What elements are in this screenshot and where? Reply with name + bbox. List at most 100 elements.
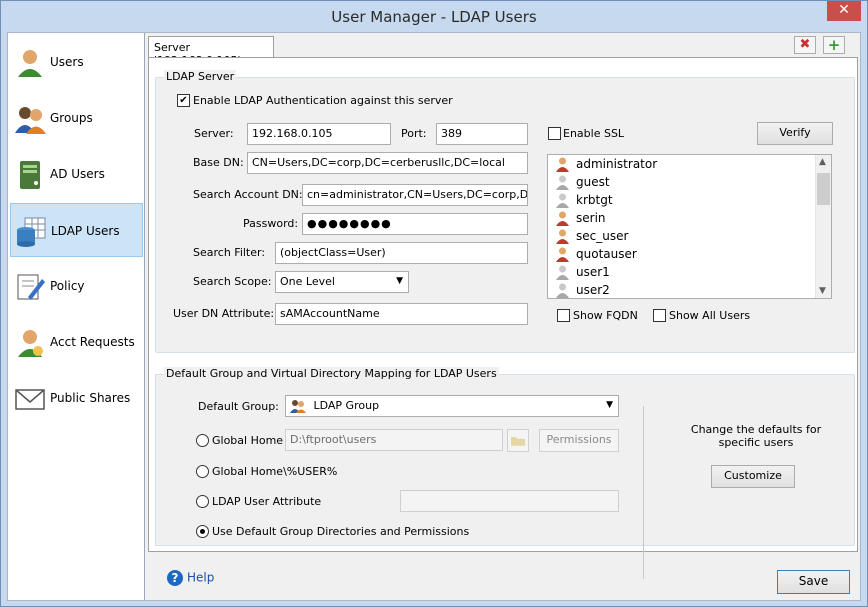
sidebar-item-policy[interactable]: Policy [10,259,143,313]
global-home-user-radio[interactable] [196,465,209,478]
user-list-scrollbar[interactable]: ▲ ▼ [815,155,831,298]
ldap-user-attribute-label: LDAP User Attribute [212,495,322,508]
show-all-users-checkbox[interactable] [653,309,666,322]
search-account-input[interactable]: cn=administrator,CN=Users,DC=corp,DC=ce [302,184,528,206]
sidebar-item-users[interactable]: Users [10,35,143,89]
vertical-divider [643,406,644,579]
search-filter-label: Search Filter: [193,246,266,259]
active-user-icon [556,157,569,172]
search-account-label: Search Account DN: [193,188,303,201]
ldap-user-attribute-input[interactable] [400,490,619,512]
scroll-thumb[interactable] [817,173,830,205]
enable-ssl-checkbox[interactable] [548,127,561,140]
envelope-icon [15,389,45,410]
ldap-user-list[interactable]: administrator guest krbtgt serin sec_use… [547,154,832,299]
ldap-user-attribute-radio[interactable] [196,495,209,508]
active-user-icon [556,229,569,244]
default-group-value: LDAP Group [313,399,380,412]
scroll-up-icon[interactable]: ▲ [819,157,826,167]
show-fqdn-label: Show FQDN [573,309,638,322]
server-input[interactable]: 192.168.0.105 [247,123,391,145]
sidebar-item-label: AD Users [50,167,105,181]
sidebar-item-label: Policy [50,279,85,293]
sidebar-item-ldap-users[interactable]: LDAP Users [10,203,143,257]
account-request-icon [18,330,43,357]
remove-server-button[interactable]: ✖ [794,36,816,54]
sidebar-item-groups[interactable]: Groups [10,91,143,145]
use-default-directories-radio[interactable] [196,525,209,538]
sidebar: Users Groups AD Users LDAP Users Policy … [8,33,145,600]
save-button[interactable]: Save [777,570,850,594]
user-dn-input[interactable]: sAMAccountName [275,303,528,325]
chevron-down-icon: ▼ [606,400,613,410]
mapping-legend: Default Group and Virtual Directory Mapp… [164,367,499,380]
scroll-down-icon[interactable]: ▼ [819,286,826,296]
password-label: Password: [243,217,299,230]
enable-ssl-label: Enable SSL [563,127,625,140]
sidebar-item-ad-users[interactable]: AD Users [10,147,143,201]
customize-button[interactable]: Customize [711,465,795,488]
ldap-database-icon [17,217,46,247]
search-scope-select[interactable]: One Level ▼ [275,271,409,293]
chevron-down-icon: ▼ [396,276,403,286]
mapping-group: Default Group and Virtual Directory Mapp… [155,367,855,546]
group-icon [290,400,306,413]
global-home-radio[interactable] [196,434,209,447]
verify-button[interactable]: Verify [757,122,833,145]
enable-ldap-label: Enable LDAP Authentication against this … [193,94,453,107]
policy-icon [17,274,45,300]
enable-ldap-checkbox[interactable]: ✔ [177,94,190,107]
plus-icon: + [827,36,841,54]
default-group-label: Default Group: [198,400,279,413]
default-group-select[interactable]: LDAP Group ▼ [285,395,619,417]
sidebar-item-label: Users [50,55,84,69]
user-icon [18,50,42,77]
sidebar-item-label: Public Shares [50,391,131,405]
port-label: Port: [401,127,427,140]
change-defaults-text: Change the defaults for specific users [690,423,822,449]
search-scope-value: One Level [280,275,335,288]
password-input[interactable]: ●●●●●●●● [302,213,528,235]
folder-icon [511,437,525,446]
app-window: User Manager - LDAP Users ✕ Users Groups… [0,0,868,607]
search-filter-input[interactable]: (objectClass=User) [275,242,528,264]
permissions-button[interactable]: Permissions [539,429,619,452]
active-user-icon [556,211,569,226]
close-icon[interactable]: ✕ [827,1,861,21]
active-user-icon [556,247,569,262]
sidebar-item-label: Groups [50,111,93,125]
help-link[interactable]: ? Help [167,570,214,586]
sidebar-item-acct-requests[interactable]: Acct Requests [10,315,143,369]
use-default-directories-label: Use Default Group Directories and Permis… [212,525,470,538]
tab-panel: LDAP Server ✔ Enable LDAP Authentication… [148,57,858,579]
global-home-input[interactable]: D:\ftproot\users [285,429,503,451]
inactive-user-icon [556,283,569,298]
window-title: User Manager - LDAP Users [331,8,537,26]
inactive-user-icon [556,175,569,190]
inactive-user-icon [556,193,569,208]
sidebar-item-label: Acct Requests [50,335,135,349]
sidebar-item-public-shares[interactable]: Public Shares [10,371,143,425]
sidebar-item-label: LDAP Users [51,224,120,238]
port-input[interactable]: 389 [436,123,528,145]
help-label: Help [187,570,215,585]
main-panel: Server '192.168.0.105' ✖ + LDAP Server ✔… [147,33,860,600]
client-area: Users Groups AD Users LDAP Users Policy … [7,32,861,601]
base-dn-input[interactable]: CN=Users,DC=corp,DC=cerberusllc,DC=local [247,152,528,174]
add-server-button[interactable]: + [823,36,845,54]
browse-folder-button[interactable] [507,429,529,452]
inactive-user-icon [556,265,569,280]
close-icon: ✖ [799,37,811,52]
tab-server[interactable]: Server '192.168.0.105' [148,36,274,67]
base-dn-label: Base DN: [193,156,244,169]
search-scope-label: Search Scope: [193,275,272,288]
show-fqdn-checkbox[interactable] [557,309,570,322]
title-bar: User Manager - LDAP Users ✕ [1,1,867,32]
global-home-label: Global Home [212,434,284,447]
user-dn-label: User DN Attribute: [173,307,275,320]
show-all-users-label: Show All Users [669,309,751,322]
global-home-user-label: Global Home\%USER% [212,465,338,478]
server-label: Server: [194,127,234,140]
ldap-server-legend: LDAP Server [164,70,237,83]
radio-selected-dot [200,529,205,534]
